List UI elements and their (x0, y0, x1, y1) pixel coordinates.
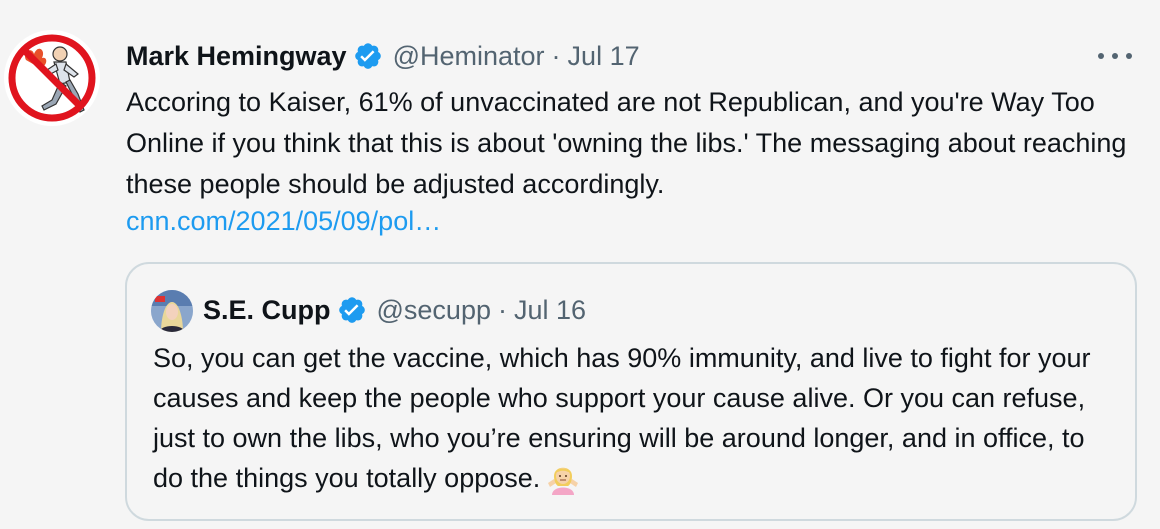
quoted-tweet-date[interactable]: Jul 16 (514, 295, 586, 326)
separator-dot: · (497, 294, 507, 325)
author-avatar[interactable] (4, 30, 100, 126)
tweet-header: Mark Hemingway @Heminator · Jul 17 (126, 38, 640, 74)
running-man-no-symbol-icon (6, 32, 98, 124)
quoted-tweet-card[interactable]: S.E. Cupp @secupp · Jul 16 So, you can g… (125, 262, 1137, 521)
more-options-icon[interactable] (1098, 44, 1132, 68)
verified-badge-icon (353, 41, 383, 71)
author-handle[interactable]: @Heminator (393, 41, 545, 72)
user-photo-icon (151, 290, 193, 332)
quoted-author-handle[interactable]: @secupp (377, 295, 491, 326)
verified-badge-icon (337, 295, 367, 325)
separator-dot: · (551, 40, 561, 71)
more-dot-3 (1126, 53, 1132, 59)
person-shrugging-emoji-icon (546, 461, 580, 495)
tweet-text: Accoring to Kaiser, 61% of unvaccinated … (126, 87, 1127, 199)
quoted-tweet-text-block: So, you can get the vaccine, which has 9… (153, 338, 1113, 498)
quoted-author-name[interactable]: S.E. Cupp (203, 295, 331, 326)
tweet[interactable]: Mark Hemingway @Heminator · Jul 17 Accor… (0, 0, 1160, 529)
more-dot-2 (1112, 53, 1118, 59)
tweet-date[interactable]: Jul 17 (568, 41, 640, 72)
tweet-link[interactable]: cnn.com/2021/05/09/pol… (126, 201, 441, 242)
author-name[interactable]: Mark Hemingway (126, 41, 347, 72)
more-dot-1 (1098, 53, 1104, 59)
quoted-tweet-text: So, you can get the vaccine, which has 9… (153, 343, 1091, 493)
quoted-author-avatar[interactable] (151, 290, 193, 332)
quoted-tweet-header: S.E. Cupp @secupp · Jul 16 (203, 292, 586, 328)
